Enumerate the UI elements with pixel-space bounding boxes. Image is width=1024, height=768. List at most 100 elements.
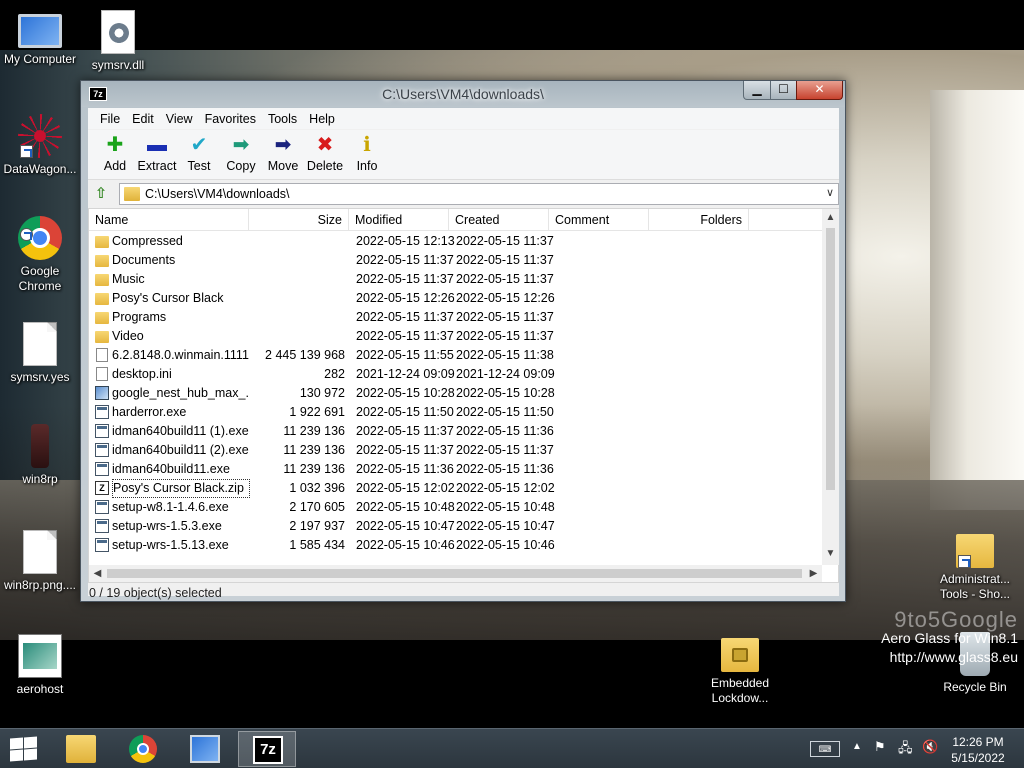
desktop-icon-win8rp[interactable]: win8rp [0, 424, 80, 487]
title-bar[interactable]: 7z C:\Users\VM4\downloads\ ▁ ☐ ✕ [81, 81, 845, 107]
desktop-icon-win8rp-png[interactable]: win8rp.png.... [0, 530, 80, 593]
table-row[interactable]: Documents 2022-05-15 11:37 2022-05-15 11:3… [89, 251, 822, 270]
taskbar-file-explorer[interactable] [52, 731, 110, 767]
exe-file-icon [95, 405, 109, 419]
action-center-flag-icon[interactable]: ⚑ [874, 739, 886, 755]
file-size [249, 270, 345, 289]
vertical-scrollbar[interactable]: ▲ ▼ [822, 209, 839, 565]
add-button[interactable]: ✚ Add [93, 134, 137, 173]
start-button[interactable] [8, 736, 38, 762]
file-icon [96, 367, 108, 381]
folder-icon [95, 293, 109, 305]
desktop-icon-symsrv-yes[interactable]: symsrv.yes [0, 322, 80, 385]
menu-tools[interactable]: Tools [262, 112, 303, 126]
taskbar-seven-zip[interactable]: 7z [238, 731, 296, 767]
document-icon [23, 322, 57, 366]
horizontal-scroll-thumb[interactable] [107, 569, 802, 578]
vertical-scroll-thumb[interactable] [826, 228, 835, 490]
test-button[interactable]: ✔ Test [177, 134, 221, 173]
table-row[interactable]: Posy's Cursor Black 2022-05-15 12:26 2022-… [89, 289, 822, 308]
column-header-modified[interactable]: Modified [349, 209, 449, 231]
column-header-size[interactable]: Size [249, 209, 349, 231]
table-row[interactable]: Video 2022-05-15 11:37 2022-05-15 11:37 [89, 327, 822, 346]
desktop-icon-label: symsrv.yes [10, 370, 70, 384]
chevron-down-icon[interactable]: ∨ [826, 186, 834, 199]
system-clock[interactable]: 12:26 PM 5/15/2022 [946, 734, 1010, 766]
table-row[interactable]: 6.2.8148.0.winmain.1111... 2 445 139 968 2… [89, 346, 822, 365]
file-modified: 2022-05-15 12:13 [356, 234, 455, 248]
show-hidden-icons-chevron-icon[interactable]: ▲ [852, 741, 862, 752]
menu-edit[interactable]: Edit [126, 112, 160, 126]
table-row[interactable]: Compressed 2022-05-15 12:13 2022-05-15 11:… [89, 232, 822, 251]
up-folder-icon[interactable]: ⇧ [92, 185, 110, 203]
desktop-icon-my-computer[interactable]: My Computer [0, 10, 80, 67]
table-row[interactable]: idman640build11 (1).exe 11 239 136 2022-05… [89, 422, 822, 441]
clock-date: 5/15/2022 [951, 751, 1005, 765]
desktop-icon-embedded-lockdown[interactable]: Embedded Lockdow... [700, 630, 780, 706]
table-row[interactable]: desktop.ini 282 2021-12-24 09:09 2021-12-24… [89, 365, 822, 384]
desktop-icon-label: symsrv.dll [91, 58, 145, 72]
column-header-comment[interactable]: Comment [549, 209, 649, 231]
file-modified: 2022-05-15 11:36 [356, 462, 454, 476]
taskbar-chrome[interactable] [114, 731, 172, 767]
table-row[interactable]: setup-w8.1-1.4.6.exe 2 170 605 2022-05-15 … [89, 498, 822, 517]
file-size: 2 445 139 968 [265, 348, 345, 362]
chrome-icon [129, 735, 157, 763]
toolbar-button-label: Extract [137, 159, 177, 173]
network-icon[interactable]: 🖧 [898, 739, 913, 761]
copy-button[interactable]: ➡ Copy [219, 134, 263, 173]
file-list[interactable]: Name Size Modified Created Comment Folde… [88, 208, 839, 583]
file-modified: 2022-05-15 11:37 [356, 424, 454, 438]
file-modified: 2022-05-15 10:46 [356, 538, 455, 552]
menu-file[interactable]: File [94, 112, 126, 126]
horizontal-scrollbar[interactable]: ◀ ▶ [89, 565, 822, 582]
table-row[interactable]: Z Posy's Cursor Black.zip 1 032 396 2022-05… [89, 479, 822, 498]
scroll-left-arrow-icon[interactable]: ◀ [89, 565, 106, 582]
table-row[interactable]: setup-wrs-1.5.3.exe 2 197 937 2022-05-15 1… [89, 517, 822, 536]
file-name: idman640build11.exe [112, 462, 230, 476]
table-row[interactable]: Programs 2022-05-15 11:37 2022-05-15 11:37 [89, 308, 822, 327]
volume-muted-icon[interactable]: 🔇 [922, 739, 938, 755]
desktop-icon-datawagon[interactable]: DataWagon... [0, 114, 80, 177]
scroll-right-arrow-icon[interactable]: ▶ [805, 565, 822, 582]
touch-keyboard-icon[interactable]: ⌨ [810, 741, 840, 757]
column-header-created[interactable]: Created [449, 209, 549, 231]
delete-button[interactable]: ✖ Delete [303, 134, 347, 173]
scroll-up-arrow-icon[interactable]: ▲ [822, 209, 839, 226]
info-button[interactable]: ℹ Info [345, 134, 389, 173]
table-row[interactable]: idman640build11.exe 11 239 136 2022-05-15 … [89, 460, 822, 479]
menu-view[interactable]: View [160, 112, 199, 126]
file-name: Compressed [112, 234, 183, 248]
menu-help[interactable]: Help [303, 112, 341, 126]
table-row[interactable]: google_nest_hub_max_... 130 972 2022-05-15… [89, 384, 822, 403]
desktop-icon-google-chrome[interactable]: Google Chrome [0, 216, 80, 294]
scroll-down-arrow-icon[interactable]: ▼ [822, 545, 839, 562]
desktop-icon-label: My Computer [3, 52, 77, 66]
column-header-name[interactable]: Name [89, 209, 249, 231]
menu-favorites[interactable]: Favorites [199, 112, 262, 126]
folder-icon [95, 331, 109, 343]
clock-time: 12:26 PM [952, 735, 1004, 749]
desktop-icon-aerohost[interactable]: aerohost [0, 634, 80, 697]
column-header-folders[interactable]: Folders [649, 209, 749, 231]
minimize-button[interactable]: ▁ [743, 81, 771, 100]
table-row[interactable]: Music 2022-05-15 11:37 2022-05-15 11:37 [89, 270, 822, 289]
toolbar-button-label: Info [356, 159, 378, 173]
file-name: Posy's Cursor Black [112, 291, 224, 305]
address-text[interactable]: C:\Users\VM4\downloads\ [145, 187, 290, 201]
desktop-icon-symsrv-dll[interactable]: symsrv.dll [78, 10, 158, 73]
table-row[interactable]: setup-wrs-1.5.13.exe 1 585 434 2022-05-15 … [89, 536, 822, 555]
file-name: desktop.ini [112, 367, 172, 381]
close-button[interactable]: ✕ [796, 81, 843, 100]
file-size: 11 239 136 [283, 424, 345, 438]
address-bar: ⇧ C:\Users\VM4\downloads\ ∨ [88, 181, 839, 207]
taskbar-remote-desktop[interactable] [176, 731, 234, 767]
file-modified: 2022-05-15 10:48 [356, 500, 455, 514]
table-row[interactable]: harderror.exe 1 922 691 2022-05-15 11:50 20… [89, 403, 822, 422]
move-button[interactable]: ➡ Move [261, 134, 305, 173]
desktop-icon-administrative-tools[interactable]: Administrat... Tools - Sho... [934, 526, 1016, 602]
table-row[interactable]: idman640build11 (2).exe 11 239 136 2022-05… [89, 441, 822, 460]
address-field[interactable]: C:\Users\VM4\downloads\ ∨ [119, 183, 839, 205]
extract-button[interactable]: ▬ Extract [135, 134, 179, 173]
maximize-button[interactable]: ☐ [770, 81, 797, 100]
